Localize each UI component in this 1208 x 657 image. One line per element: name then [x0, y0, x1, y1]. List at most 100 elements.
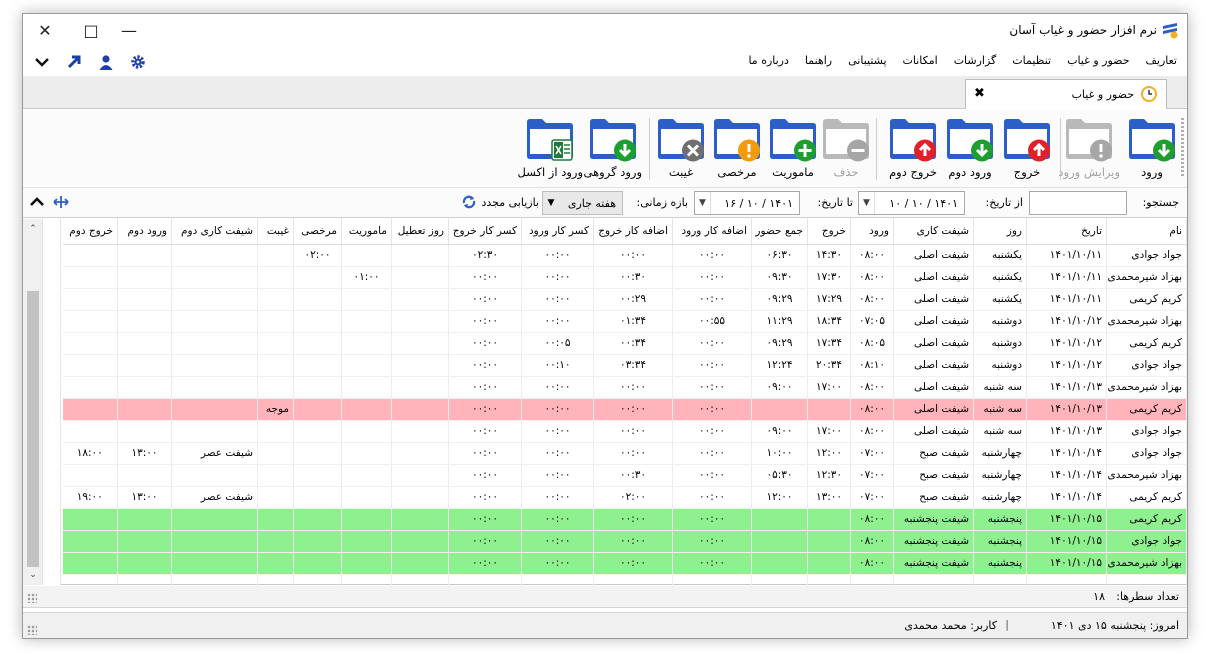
table-cell[interactable] — [341, 486, 392, 509]
table-cell[interactable] — [62, 464, 118, 487]
table-cell[interactable] — [257, 552, 294, 575]
table-cell[interactable]: دوشنبه — [973, 332, 1027, 355]
delete-button[interactable]: حذف — [821, 114, 871, 182]
table-row[interactable]: کریم کریمی ۱۴۰۱/۱۰/۱۱ یکشنبه شیفت اصلی ۰۸:۰۰… — [62, 288, 1187, 311]
table-row[interactable]: جواد جوادی ۱۴۰۱/۱۰/۱۲ دوشنبه شیفت اصلی ۰۸:۱۰… — [62, 354, 1187, 377]
table-cell[interactable] — [293, 354, 342, 377]
table-cell[interactable] — [807, 530, 851, 553]
table-cell[interactable] — [293, 508, 342, 531]
table-cell[interactable]: شیفت پنجشنبه — [893, 508, 974, 531]
column-header[interactable]: ورود دوم — [117, 219, 172, 245]
table-row[interactable]: کریم کریمی ۱۴۰۱/۱۰/۱۴ چهارشنبه شیفت صبح ۰۷:۰… — [62, 486, 1187, 509]
table-cell[interactable]: شیفت اصلی — [893, 332, 974, 355]
table-cell[interactable] — [257, 420, 294, 443]
table-cell[interactable]: شیفت پنجشنبه — [893, 530, 974, 553]
table-cell[interactable] — [62, 508, 118, 531]
table-cell[interactable]: ۰۰:۰۰ — [593, 398, 673, 421]
table-cell[interactable] — [257, 530, 294, 553]
table-cell[interactable]: شیفت صبح — [893, 442, 974, 465]
table-cell[interactable]: بهزاد شیرمحمدی — [1106, 310, 1187, 333]
table-cell[interactable] — [171, 266, 258, 289]
table-cell[interactable]: ۱۴۰۱/۱۰/۱۵ — [1026, 552, 1107, 575]
table-cell[interactable] — [117, 376, 172, 399]
table-cell[interactable]: ۰۰:۰۰ — [448, 486, 522, 509]
table-cell[interactable] — [171, 288, 258, 311]
table-cell[interactable]: ۰۰:۳۰ — [593, 266, 673, 289]
table-cell[interactable]: ۱۴۰۱/۱۰/۱۱ — [1026, 288, 1107, 311]
table-cell[interactable] — [341, 464, 392, 487]
table-cell[interactable]: ۰۸:۰۰ — [850, 398, 894, 421]
to-date-picker[interactable]: ۱۴۰۱ / ۱۰ / ۱۶ ▼ — [694, 191, 800, 215]
table-cell[interactable]: ۰۰:۰۰ — [672, 442, 752, 465]
table-cell[interactable] — [293, 332, 342, 355]
table-cell[interactable]: ۰۲:۳۰ — [448, 244, 522, 267]
table-cell[interactable]: ۰۰:۰۰ — [521, 310, 594, 333]
expand-icon[interactable] — [53, 194, 69, 213]
chevron-down-icon[interactable]: ▼ — [543, 192, 559, 214]
table-cell[interactable]: ۰۰:۰۰ — [672, 288, 752, 311]
table-cell[interactable]: ۱۳:۰۰ — [117, 442, 172, 465]
table-cell[interactable] — [117, 398, 172, 421]
table-cell[interactable] — [391, 420, 449, 443]
table-cell[interactable]: ۰۰:۰۰ — [593, 376, 673, 399]
table-cell[interactable] — [117, 310, 172, 333]
table-cell[interactable]: ۰۳:۳۴ — [593, 354, 673, 377]
table-cell[interactable]: ۱۴۰۱/۱۰/۱۵ — [1026, 530, 1107, 553]
table-cell[interactable]: شیفت اصلی — [893, 266, 974, 289]
table-cell[interactable] — [62, 244, 118, 267]
table-cell[interactable] — [341, 508, 392, 531]
table-cell[interactable]: ۰۰:۰۰ — [448, 354, 522, 377]
table-cell[interactable]: ۱۸:۳۴ — [807, 310, 851, 333]
toolbar-grip[interactable] — [1181, 118, 1184, 178]
menu-support[interactable]: پشتیبانی — [848, 54, 886, 67]
table-cell[interactable] — [117, 332, 172, 355]
table-cell[interactable]: ۰۰:۰۰ — [521, 288, 594, 311]
table-cell[interactable]: ۰۰:۲۹ — [593, 288, 673, 311]
table-cell[interactable]: ۰۰:۰۰ — [521, 442, 594, 465]
table-cell[interactable]: پنجشنبه — [973, 552, 1027, 575]
table-cell[interactable]: شیفت اصلی — [893, 354, 974, 377]
group-enter-button[interactable]: ورود گروهی — [584, 114, 642, 182]
table-cell[interactable]: ۰۰:۰۰ — [593, 442, 673, 465]
table-row[interactable]: جواد جوادی ۱۴۰۱/۱۰/۱۳ سه شنبه شیفت اصلی ۰۸:۰… — [62, 420, 1187, 443]
table-cell[interactable] — [293, 310, 342, 333]
table-cell[interactable] — [341, 420, 392, 443]
exit-button[interactable]: خروج — [1002, 114, 1052, 182]
table-cell[interactable]: ۰۸:۰۰ — [850, 530, 894, 553]
column-header[interactable]: ماموریت — [341, 219, 392, 245]
table-cell[interactable] — [391, 508, 449, 531]
table-cell[interactable]: ۰۸:۰۰ — [850, 288, 894, 311]
table-cell[interactable]: ۰۰:۰۰ — [593, 508, 673, 531]
column-header[interactable]: مرخصی — [293, 219, 342, 245]
table-cell[interactable]: ۱۴۰۱/۱۰/۱۳ — [1026, 398, 1107, 421]
table-cell[interactable] — [62, 398, 118, 421]
column-header[interactable]: کسر کار ورود — [521, 219, 594, 245]
table-cell[interactable]: ۰۱:۳۴ — [593, 310, 673, 333]
table-cell[interactable]: کریم کریمی — [1106, 508, 1187, 531]
table-cell[interactable]: ۰۸:۰۰ — [850, 508, 894, 531]
table-cell[interactable] — [62, 376, 118, 399]
column-header[interactable]: شیفت کاری — [893, 219, 974, 245]
table-cell[interactable]: ۰۰:۰۰ — [448, 266, 522, 289]
table-cell[interactable]: کریم کریمی — [1106, 486, 1187, 509]
table-cell[interactable] — [257, 288, 294, 311]
table-cell[interactable]: ۰۷:۰۰ — [850, 442, 894, 465]
table-cell[interactable]: ۱۴۰۱/۱۰/۱۱ — [1026, 244, 1107, 267]
table-cell[interactable]: ۰۰:۰۰ — [672, 398, 752, 421]
table-cell[interactable]: ۱۷:۳۰ — [807, 266, 851, 289]
enter2-button[interactable]: ورود دوم — [945, 114, 995, 182]
table-cell[interactable]: ۰۰:۵۵ — [672, 310, 752, 333]
table-cell[interactable] — [117, 420, 172, 443]
table-cell[interactable]: سه شنبه — [973, 376, 1027, 399]
table-cell[interactable] — [391, 310, 449, 333]
table-cell[interactable] — [117, 354, 172, 377]
table-cell[interactable] — [293, 442, 342, 465]
table-cell[interactable] — [391, 244, 449, 267]
table-cell[interactable]: ۰۰:۰۰ — [672, 530, 752, 553]
table-cell[interactable]: ۱۴۰۱/۱۰/۱۱ — [1026, 266, 1107, 289]
table-cell[interactable] — [341, 288, 392, 311]
table-cell[interactable]: شیفت صبح — [893, 464, 974, 487]
table-cell[interactable]: ۰۰:۰۰ — [672, 332, 752, 355]
table-cell[interactable]: ۱۴۰۱/۱۰/۱۳ — [1026, 420, 1107, 443]
column-header[interactable]: اضافه کار خروج — [593, 219, 673, 245]
